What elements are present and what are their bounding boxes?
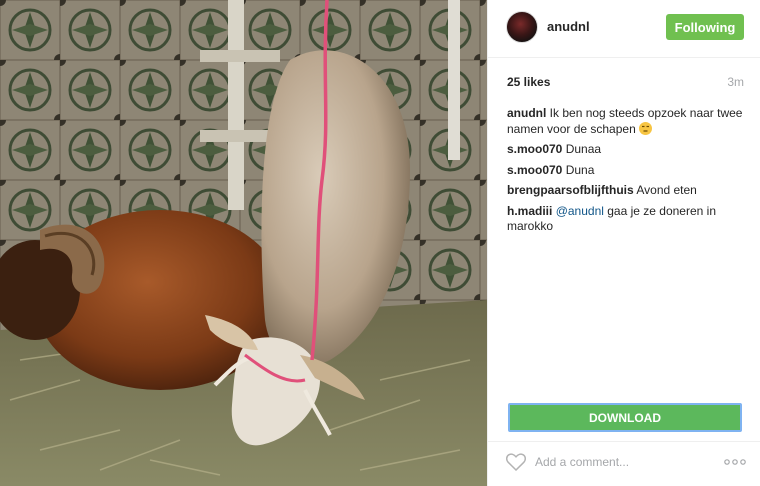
- comment-item: brengpaarsofblijfthuis Avond eten: [507, 183, 744, 199]
- comment-item: s.moo070 Dunaa: [507, 142, 744, 158]
- add-comment-input[interactable]: [535, 452, 695, 472]
- comment-text: Dunaa: [565, 142, 602, 156]
- likes-count[interactable]: 25 likes: [507, 75, 550, 89]
- heart-icon[interactable]: [505, 453, 527, 472]
- comment-username[interactable]: s.moo070: [507, 142, 562, 156]
- comments-list: anudnl Ik ben nog steeds opzoek naar twe…: [507, 106, 744, 240]
- comment-text: Avond eten: [636, 183, 697, 197]
- post-author-username[interactable]: anudnl: [547, 19, 590, 34]
- comment-item: h.madiii @anudnl gaa je ze doneren in ma…: [507, 204, 744, 235]
- comment-mention-link[interactable]: @anudnl: [556, 204, 604, 218]
- likes-row: 25 likes 3m: [507, 75, 744, 91]
- post-timestamp[interactable]: 3m: [727, 75, 744, 89]
- comment-username[interactable]: h.madiii: [507, 204, 552, 218]
- following-button[interactable]: Following: [666, 14, 744, 40]
- comment-item: s.moo070 Duna: [507, 163, 744, 179]
- download-button[interactable]: DOWNLOAD: [508, 403, 742, 432]
- comment-username[interactable]: anudnl: [507, 106, 546, 120]
- post-details-panel: anudnl Following 25 likes 3m anudnl Ik b…: [487, 0, 760, 486]
- comment-username[interactable]: brengpaarsofblijfthuis: [507, 183, 634, 197]
- comment-item: anudnl Ik ben nog steeds opzoek naar twe…: [507, 106, 744, 137]
- unamused-face-icon: [639, 121, 653, 135]
- comment-text: Duna: [565, 162, 595, 177]
- comment-username[interactable]: s.moo070: [507, 163, 562, 177]
- avatar[interactable]: [506, 11, 538, 43]
- more-options-icon[interactable]: [724, 455, 746, 467]
- post-photo: [0, 0, 487, 486]
- comment-footer: [488, 441, 760, 486]
- post-header: anudnl Following: [488, 0, 760, 58]
